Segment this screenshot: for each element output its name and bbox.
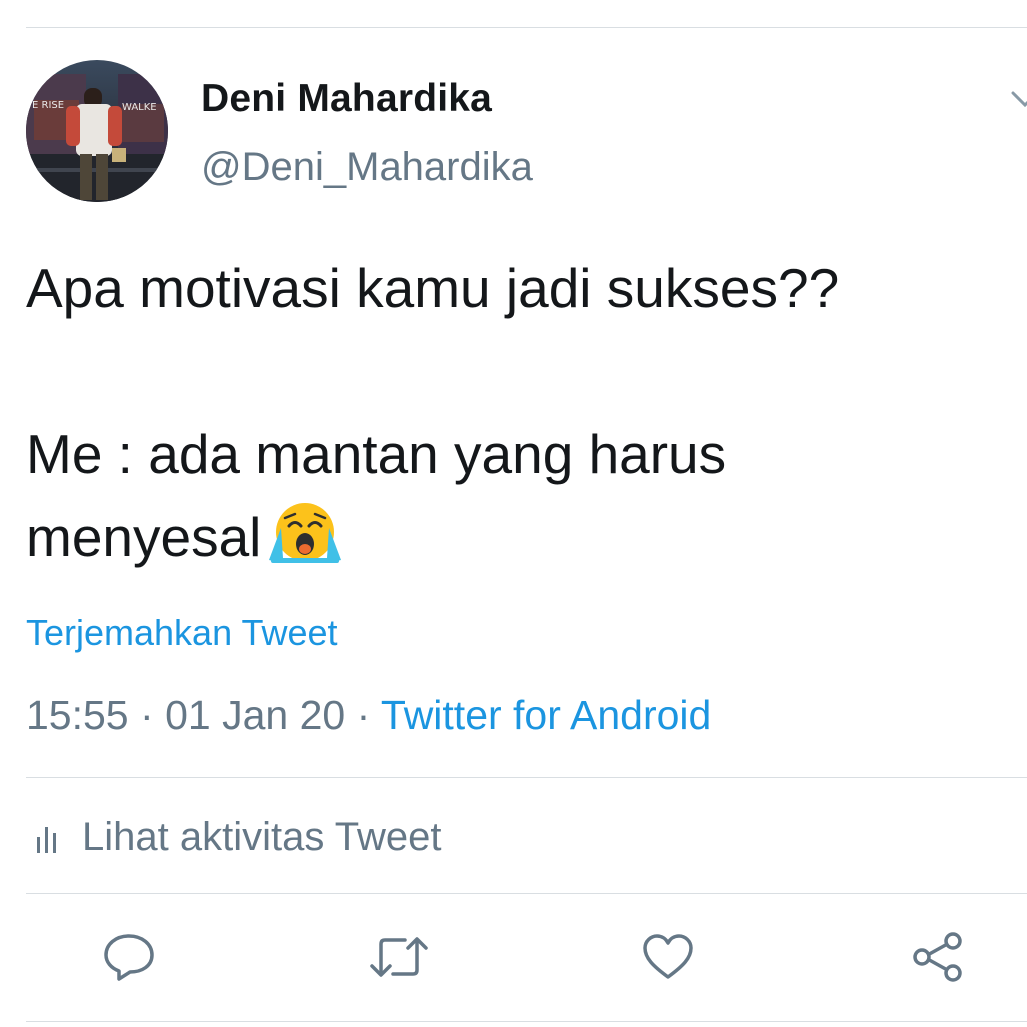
- activity-divider: [26, 893, 1027, 894]
- top-divider: [26, 27, 1027, 28]
- heart-icon: [641, 932, 695, 987]
- tweet-text-line-3-wrapper: menyesal: [26, 496, 1016, 587]
- tweet-text: Apa motivasi kamu jadi sukses?? Me : ada…: [26, 247, 1016, 587]
- chevron-down-icon[interactable]: [1010, 86, 1027, 110]
- bar-chart-icon: [36, 823, 62, 853]
- tweet-source-link[interactable]: Twitter for Android: [381, 692, 711, 738]
- share-icon: [911, 931, 965, 988]
- avatar[interactable]: E RISE WALKE: [26, 60, 168, 202]
- tweet-meta: 15:55 · 01 Jan 20 · Twitter for Android: [26, 692, 711, 739]
- tweet-text-line-2: Me : ada mantan yang harus: [26, 423, 727, 485]
- view-tweet-activity-button[interactable]: Lihat aktivitas Tweet: [36, 815, 441, 860]
- avatar-poster-text-left: E RISE: [32, 100, 64, 111]
- like-button[interactable]: [641, 932, 695, 986]
- tweet-text-line-1: Apa motivasi kamu jadi sukses??: [26, 257, 840, 319]
- author-handle[interactable]: @Deni_Mahardika: [201, 145, 533, 190]
- tweet-detail-screen: E RISE WALKE Deni Mahardika @Deni_Mahard…: [0, 0, 1027, 1027]
- bottom-divider: [26, 1021, 1027, 1022]
- retweet-button[interactable]: [369, 932, 429, 986]
- avatar-poster-text-right: WALKE: [122, 102, 157, 113]
- tweet-text-line-3: menyesal: [26, 506, 262, 568]
- activity-label: Lihat aktivitas Tweet: [82, 815, 442, 859]
- tweet-time: 15:55: [26, 692, 129, 738]
- retweet-icon: [369, 934, 429, 985]
- tweet-date: 01 Jan 20: [165, 692, 346, 738]
- translate-tweet-link[interactable]: Terjemahkan Tweet: [26, 612, 338, 654]
- speech-bubble-icon: [102, 932, 156, 987]
- meta-divider: [26, 777, 1027, 778]
- author-display-name[interactable]: Deni Mahardika: [201, 77, 492, 121]
- meta-separator-2: ·: [356, 692, 371, 738]
- meta-separator-1: ·: [140, 692, 154, 738]
- loudly-crying-face-icon: [267, 502, 343, 587]
- share-button[interactable]: [911, 931, 965, 988]
- reply-button[interactable]: [102, 932, 156, 986]
